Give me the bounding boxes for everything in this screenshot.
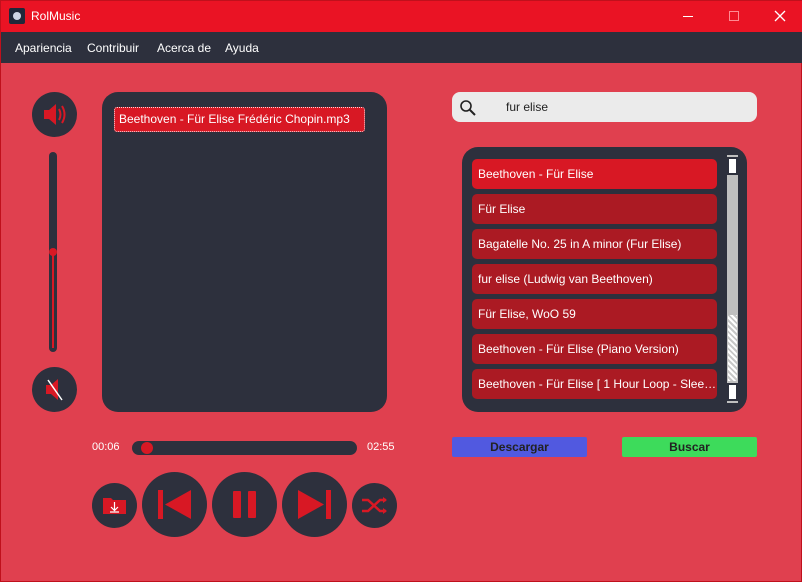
scroll-down-button[interactable]	[727, 383, 738, 401]
shuffle-icon	[362, 497, 387, 514]
folder-download-icon	[103, 498, 126, 514]
volume-slider-handle[interactable]	[49, 248, 57, 256]
result-item[interactable]: Beethoven - Für Elise	[472, 159, 717, 189]
skip-previous-icon	[158, 490, 191, 519]
skip-next-icon	[298, 490, 331, 519]
menu-contribuir[interactable]: Contribuir	[87, 41, 139, 55]
app-window: RolMusic Apariencia Contribuir Acerca de…	[0, 0, 802, 582]
results-panel: Beethoven - Für Elise Für Elise Bagatell…	[462, 147, 747, 412]
close-icon	[774, 10, 786, 22]
search-box[interactable]	[452, 92, 757, 122]
title-bar: RolMusic	[1, 1, 802, 32]
folder-download-button[interactable]	[92, 483, 137, 528]
close-button[interactable]	[757, 1, 802, 32]
result-item[interactable]: Für Elise	[472, 194, 717, 224]
search-icon	[460, 100, 476, 116]
menu-acerca-de[interactable]: Acerca de	[157, 41, 211, 55]
app-logo-icon	[9, 8, 25, 24]
current-time: 00:06	[92, 441, 120, 453]
maximize-icon	[729, 11, 739, 21]
progress-handle[interactable]	[141, 442, 154, 454]
result-item[interactable]: Bagatelle No. 25 in A minor (Fur Elise)	[472, 229, 717, 259]
result-item[interactable]: Beethoven - Für Elise [ 1 Hour Loop - Sl…	[472, 369, 717, 399]
menu-apariencia[interactable]: Apariencia	[15, 41, 72, 55]
volume-button[interactable]	[32, 92, 77, 137]
window-title: RolMusic	[31, 9, 81, 23]
search-button[interactable]: Buscar	[622, 437, 757, 457]
total-time: 02:55	[367, 441, 395, 453]
shuffle-button[interactable]	[352, 483, 397, 528]
next-button[interactable]	[282, 472, 347, 537]
search-input[interactable]	[506, 99, 746, 115]
result-item[interactable]: Beethoven - Für Elise (Piano Version)	[472, 334, 717, 364]
menu-ayuda[interactable]: Ayuda	[225, 41, 259, 55]
speaker-icon	[44, 104, 66, 125]
download-button[interactable]: Descargar	[452, 437, 587, 457]
scrollbar-thumb[interactable]	[728, 315, 737, 381]
scroll-up-button[interactable]	[727, 157, 738, 175]
pause-icon	[233, 491, 256, 518]
result-item[interactable]: fur elise (Ludwig van Beethoven)	[472, 264, 717, 294]
minimize-button[interactable]	[665, 1, 711, 32]
result-item[interactable]: Für Elise, WoO 59	[472, 299, 717, 329]
volume-slider-fill	[52, 252, 54, 348]
pause-button[interactable]	[212, 472, 277, 537]
minimize-icon	[683, 16, 693, 17]
maximize-button[interactable]	[711, 1, 757, 32]
playlist-panel: Beethoven - Für Elise Frédéric Chopin.mp…	[102, 92, 387, 412]
volume-slider[interactable]	[49, 152, 57, 352]
results-scrollbar[interactable]	[727, 155, 738, 403]
progress-slider[interactable]	[132, 441, 357, 455]
previous-button[interactable]	[142, 472, 207, 537]
menu-bar: Apariencia Contribuir Acerca de Ayuda	[1, 32, 802, 63]
playlist-item[interactable]: Beethoven - Für Elise Frédéric Chopin.mp…	[114, 107, 365, 132]
mute-button[interactable]	[32, 367, 77, 412]
speaker-muted-icon	[46, 379, 63, 401]
